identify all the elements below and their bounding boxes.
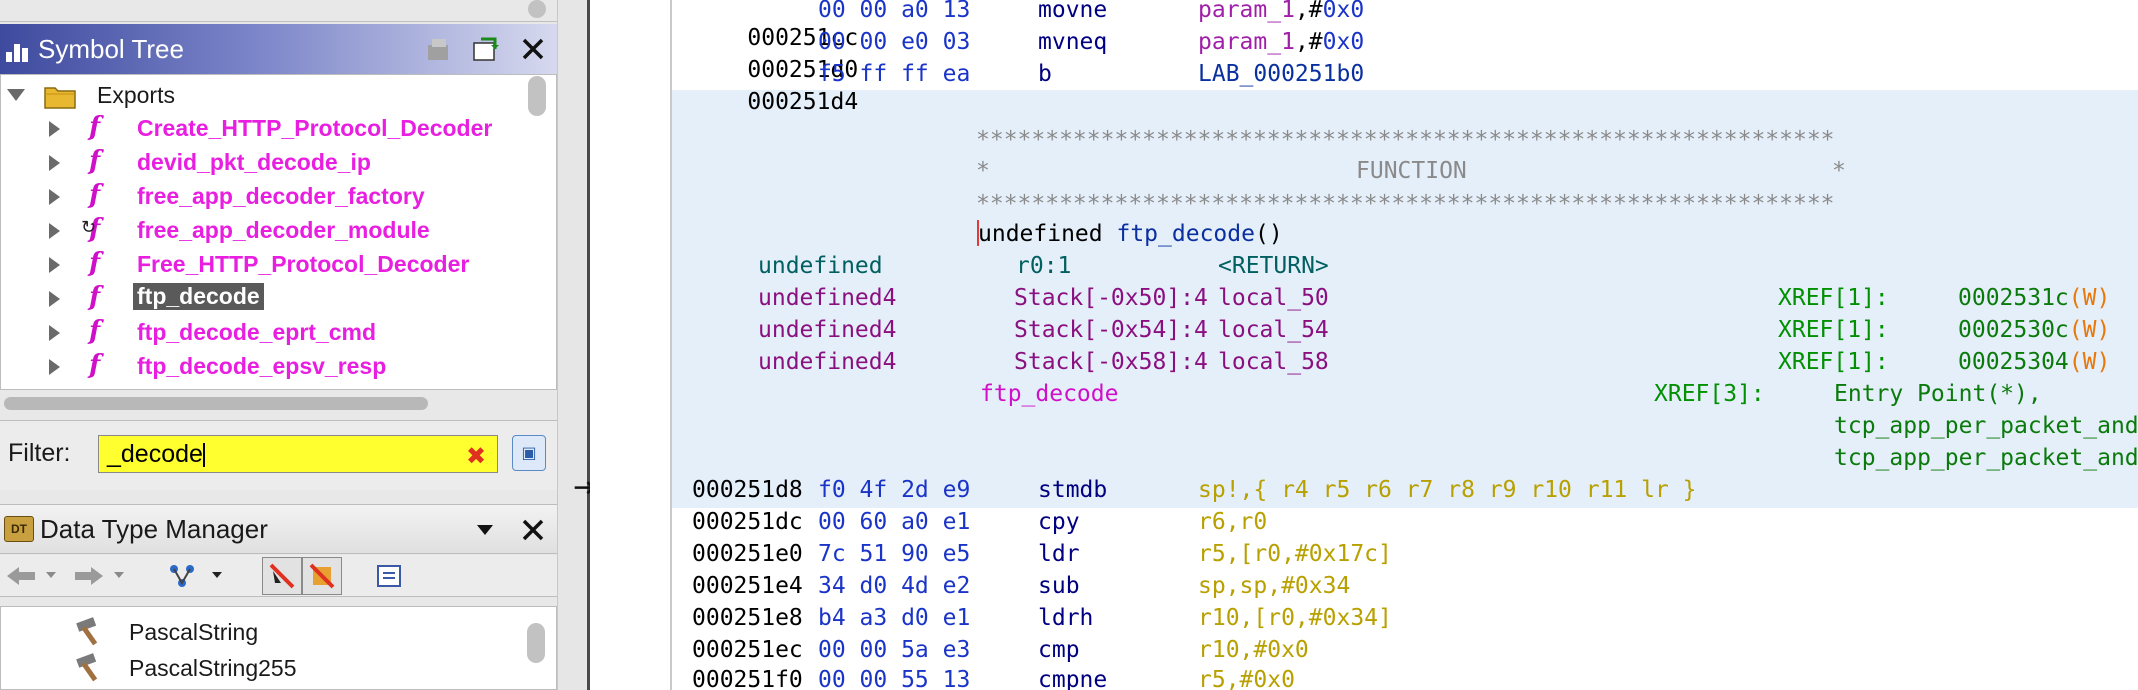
banner-stars-top: ****************************************… [976, 127, 1835, 153]
operands: r5,#0x0 [1198, 667, 1295, 690]
bytes: 7c 51 90 e5 [818, 541, 971, 567]
function-xref[interactable]: tcp_app_per_packet_and [1834, 412, 2138, 440]
var-storage: Stack[-0x50]:4 [1014, 285, 1208, 311]
function-xref[interactable]: Entry Point(*), [1834, 380, 2042, 408]
instruction-row[interactable]: 000251d8 [692, 476, 803, 504]
mnemonic: mvneq [1038, 29, 1108, 55]
address: 000251e0 [692, 541, 803, 567]
listing-cursor [977, 220, 979, 246]
operand-imm: 0x0 [1322, 0, 1365, 23]
mnemonic: stmdb [1038, 477, 1108, 503]
address: 000251ec [692, 637, 803, 663]
var-xref[interactable]: 0002530c(W) [1958, 316, 2110, 344]
signature-name: ftp_decode [1116, 221, 1255, 247]
var-name: local_58 [1218, 349, 1329, 375]
bytes: 00 00 e0 03 [818, 29, 971, 55]
var-name: local_54 [1218, 317, 1329, 343]
address: 000251d8 [692, 477, 803, 503]
function-label[interactable]: ftp_decode [980, 380, 1118, 408]
var-xref[interactable]: 0002531c(W) [1958, 284, 2110, 312]
xref-kind: (W) [2068, 285, 2111, 311]
address: 000251e8 [692, 605, 803, 631]
var-type: undefined [758, 253, 883, 279]
address: 000251d4 [747, 89, 859, 115]
mnemonic: cmp [1038, 637, 1080, 663]
address: 000251f0 [692, 667, 803, 690]
var-name: <RETURN> [1218, 253, 1329, 279]
xref-kind: (W) [2068, 317, 2111, 343]
instruction-row[interactable]: 000251dc [692, 508, 803, 536]
address: 000251dc [692, 509, 803, 535]
instruction-row[interactable]: 000251e8 [692, 604, 803, 632]
var-type: undefined4 [758, 349, 897, 375]
var-type: undefined4 [758, 285, 897, 311]
var-type: undefined4 [758, 317, 897, 343]
label-operand[interactable]: LAB_000251b0 [1198, 60, 1364, 88]
operand-imm: 0x0 [1322, 29, 1365, 55]
bytes: f5 ff ff ea [818, 61, 971, 87]
address: 000251e4 [692, 573, 803, 599]
operand-sep: ,# [1294, 0, 1323, 23]
bytes: 00 00 5a e3 [818, 637, 971, 663]
var-xref-label: XREF[1]: [1778, 317, 1889, 343]
xref-address: 0002530c [1958, 317, 2069, 343]
var-xref[interactable]: 00025304(W) [1958, 348, 2110, 376]
bytes: f0 4f 2d e9 [818, 477, 971, 503]
function-signature[interactable]: undefined ftp_decode() [978, 220, 1283, 248]
signature-return-type: undefined [978, 221, 1103, 247]
operands: sp,sp,#0x34 [1198, 573, 1351, 599]
bytes: 00 60 a0 e1 [818, 509, 971, 535]
mnemonic: cpy [1038, 509, 1080, 535]
operand-param: param_1 [1198, 0, 1295, 23]
mnemonic: b [1038, 61, 1052, 87]
xref-address: 00025304 [1958, 349, 2069, 375]
signature-args: () [1254, 221, 1283, 247]
var-xref-label: XREF[1]: [1778, 349, 1889, 375]
mnemonic: movne [1038, 0, 1108, 23]
var-storage: r0:1 [1016, 253, 1072, 279]
operand-param: param_1 [1198, 29, 1295, 55]
bytes: 00 00 55 13 [818, 667, 971, 690]
xref-kind: (W) [2068, 349, 2111, 375]
operands: r10,[r0,#0x34] [1198, 605, 1392, 631]
operands: param_1,#0x0 [1198, 28, 1364, 56]
instruction-row[interactable]: 000251ec [692, 636, 803, 664]
function-xref[interactable]: tcp_app_per_packet_and [1834, 444, 2138, 472]
var-storage: Stack[-0x58]:4 [1014, 349, 1208, 375]
instruction-row[interactable]: 000251e4 [692, 572, 803, 600]
bytes: b4 a3 d0 e1 [818, 605, 971, 631]
listing-content: 000251cc 00 00 a0 13 movne param_1,#0x0 … [0, 0, 2138, 690]
operands: r5,[r0,#0x17c] [1198, 541, 1392, 567]
mnemonic: ldr [1038, 541, 1080, 567]
banner-title: FUNCTION [1356, 158, 1467, 184]
operands: r10,#0x0 [1198, 637, 1309, 663]
mnemonic: sub [1038, 573, 1080, 599]
mnemonic: cmpne [1038, 667, 1108, 690]
operand-sep: ,# [1294, 29, 1323, 55]
operands: param_1,#0x0 [1198, 0, 1364, 24]
banner-left: * [976, 158, 990, 184]
instruction-row[interactable]: 000251e0 [692, 540, 803, 568]
banner-stars-bottom: ****************************************… [976, 191, 1835, 217]
function-xref-label: XREF[3]: [1654, 381, 1765, 407]
operands: r6,r0 [1198, 509, 1268, 535]
var-name: local_50 [1218, 285, 1329, 311]
var-xref-label: XREF[1]: [1778, 285, 1889, 311]
instruction-row[interactable]: 000251f0 [692, 666, 803, 690]
banner-right: * [1832, 158, 1846, 184]
operands: sp!,{ r4 r5 r6 r7 r8 r9 r10 r11 lr } [1198, 477, 1697, 503]
bytes: 00 00 a0 13 [818, 0, 971, 23]
xref-address: 0002531c [1958, 285, 2069, 311]
bytes: 34 d0 4d e2 [818, 573, 971, 599]
var-storage: Stack[-0x54]:4 [1014, 317, 1208, 343]
mnemonic: ldrh [1038, 605, 1094, 631]
